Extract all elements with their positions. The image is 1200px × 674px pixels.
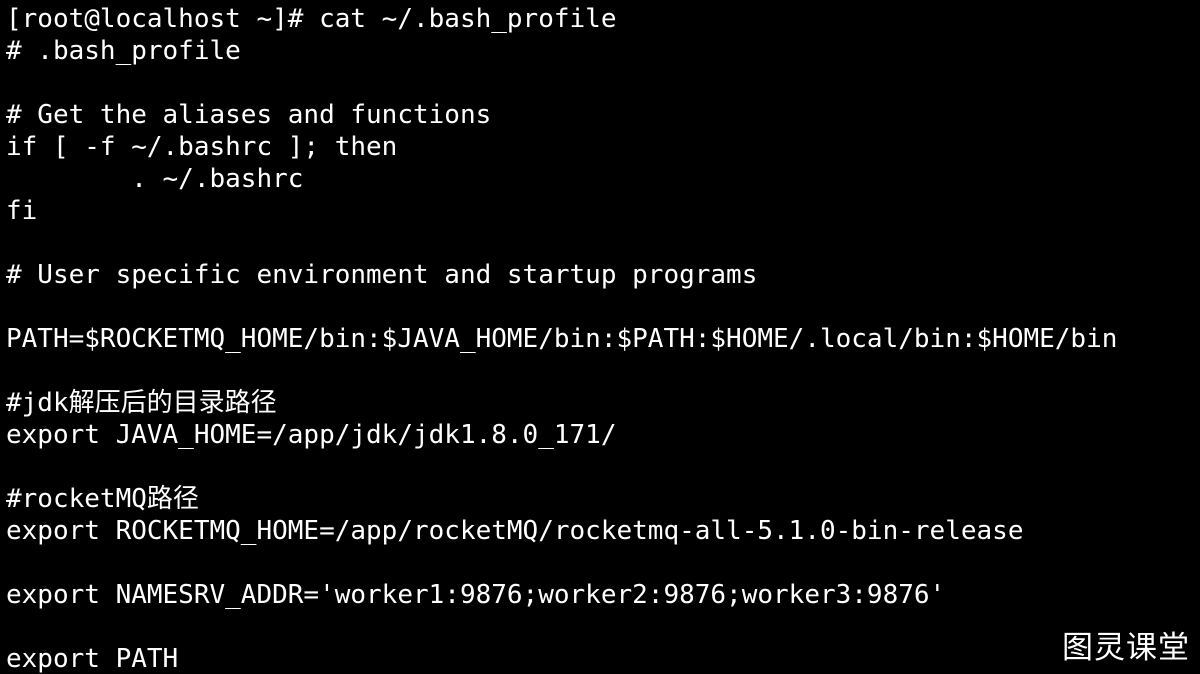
terminal-line: # .bash_profile: [6, 36, 241, 66]
terminal-line: #rocketMQ路径: [6, 484, 199, 514]
terminal-line: . ~/.bashrc: [6, 164, 304, 194]
terminal-line: export PATH: [6, 644, 179, 674]
watermark-logo-text: 图灵课堂: [1062, 630, 1190, 666]
terminal-line: # User specific environment and startup …: [6, 260, 758, 290]
terminal-line: export ROCKETMQ_HOME=/app/rocketMQ/rocke…: [6, 516, 1024, 546]
terminal-line-prompt: [root@localhost ~]# cat ~/.bash_profile: [6, 4, 617, 34]
terminal-line: export JAVA_HOME=/app/jdk/jdk1.8.0_171/: [6, 420, 617, 450]
terminal-line: PATH=$ROCKETMQ_HOME/bin:$JAVA_HOME/bin:$…: [6, 324, 1118, 354]
terminal-window[interactable]: [root@localhost ~]# cat ~/.bash_profile …: [0, 0, 1200, 674]
terminal-line: #jdk解压后的目录路径: [6, 388, 277, 418]
terminal-line: export NAMESRV_ADDR='worker1:9876;worker…: [6, 580, 946, 610]
terminal-line: # Get the aliases and functions: [6, 100, 492, 130]
terminal-line: if [ -f ~/.bashrc ]; then: [6, 132, 398, 162]
terminal-line: fi: [6, 196, 38, 226]
